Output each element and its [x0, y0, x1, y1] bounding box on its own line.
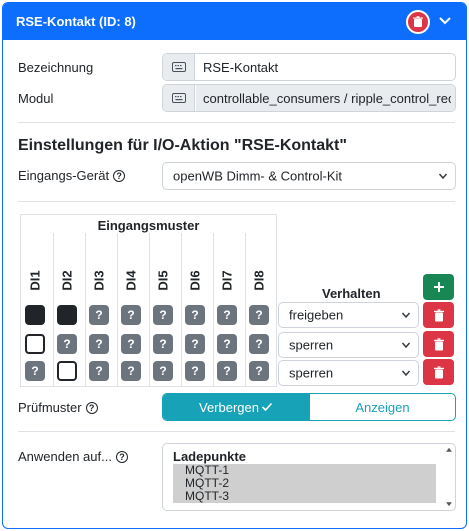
pattern-cell[interactable]: ?	[121, 361, 141, 381]
pruefmuster-label: Prüfmuster?	[18, 400, 98, 415]
list-item[interactable]: MQTT-3	[173, 490, 436, 503]
pattern-cell[interactable]	[25, 334, 45, 354]
divider	[18, 122, 455, 123]
delete-pattern-button[interactable]	[423, 302, 454, 328]
anwenden-label: Anwenden auf...?	[18, 449, 128, 464]
trash-icon	[433, 308, 444, 321]
pattern-cell[interactable]: ?	[57, 334, 77, 354]
pattern-cell[interactable]: ?	[153, 334, 173, 354]
pattern-cell[interactable]: ?	[89, 334, 109, 354]
pattern-cell[interactable]: ?	[185, 305, 205, 325]
column-header-di6: DI6	[187, 270, 203, 291]
optgroup-ladepunkte: Ladepunkte	[173, 449, 246, 464]
column-header-di3: DI3	[91, 270, 107, 291]
modul-input-group: controllable_consumers / ripple_control_…	[162, 84, 456, 112]
pattern-cell[interactable]: ?	[217, 305, 237, 325]
pattern-cell[interactable]: ?	[249, 334, 269, 354]
column-header-di2: DI2	[59, 270, 75, 291]
column-header-di1: DI1	[27, 270, 43, 291]
pattern-cell[interactable]: ?	[249, 361, 269, 381]
card-title: RSE-Kontakt (ID: 8)	[16, 14, 136, 29]
verhalten-header: Verhalten	[322, 286, 381, 301]
add-pattern-button[interactable]	[423, 274, 454, 300]
check-icon	[261, 402, 273, 412]
keyboard-icon	[163, 85, 195, 111]
anwenden-multiselect[interactable]: Ladepunkte MQTT-1 MQTT-2 MQTT-3	[162, 443, 456, 511]
delete-pattern-button[interactable]	[423, 359, 454, 385]
trash-icon	[433, 337, 444, 350]
help-icon[interactable]: ?	[85, 402, 98, 414]
pattern-cell[interactable]: ?	[153, 305, 173, 325]
pattern-cell[interactable]: ?	[153, 361, 173, 381]
chevron-down-icon	[401, 312, 411, 319]
pruefmuster-toggle: Verbergen Anzeigen	[162, 393, 456, 421]
bezeichnung-input-group[interactable]: RSE-Kontakt	[162, 53, 456, 81]
verhalten-select[interactable]: sperren	[278, 360, 419, 386]
io-action-card: RSE-Kontakt (ID: 8) Bezeichnung RSE-Kont…	[2, 2, 467, 529]
pattern-cell[interactable]: ?	[89, 305, 109, 325]
bezeichnung-label: Bezeichnung	[18, 60, 94, 75]
pattern-cell[interactable]: ?	[121, 305, 141, 325]
pattern-cell[interactable]: ?	[121, 334, 141, 354]
section-title: Einstellungen für I/O-Aktion "RSE-Kontak…	[18, 137, 347, 154]
divider	[18, 431, 455, 432]
modul-label: Modul	[18, 91, 54, 106]
help-icon[interactable]: ?	[115, 451, 128, 463]
bezeichnung-input[interactable]: RSE-Kontakt	[203, 60, 451, 75]
pattern-cell[interactable]: ?	[217, 334, 237, 354]
chevron-down-icon[interactable]	[436, 12, 454, 30]
verhalten-select[interactable]: freigeben	[278, 302, 419, 328]
pattern-cell[interactable]: ?	[185, 361, 205, 381]
pattern-cell[interactable]: ?	[89, 361, 109, 381]
pattern-cell[interactable]	[57, 305, 77, 325]
pattern-cell[interactable]: ?	[249, 305, 269, 325]
pattern-cell[interactable]	[25, 305, 45, 325]
card-header[interactable]: RSE-Kontakt (ID: 8)	[3, 3, 466, 40]
column-header-di7: DI7	[219, 270, 235, 291]
delete-pattern-button[interactable]	[423, 331, 454, 357]
pattern-cell[interactable]: ?	[185, 334, 205, 354]
verhalten-select[interactable]: sperren	[278, 332, 419, 358]
delete-action-button[interactable]	[406, 10, 430, 34]
scrollbar[interactable]	[443, 444, 455, 510]
help-icon[interactable]: ?	[113, 170, 126, 182]
trash-icon	[413, 16, 423, 27]
plus-icon	[433, 282, 444, 292]
column-header-di4: DI4	[123, 270, 139, 291]
chevron-down-icon	[401, 370, 411, 377]
keyboard-icon	[163, 54, 195, 80]
pattern-cell[interactable]: ?	[25, 361, 45, 381]
modul-input: controllable_consumers / ripple_control_…	[203, 91, 451, 106]
column-header-di5: DI5	[155, 270, 171, 291]
chevron-down-icon	[401, 342, 411, 349]
chevron-down-icon	[438, 173, 448, 180]
eingangsmuster-title: Eingangsmuster	[97, 218, 200, 233]
trash-icon	[433, 365, 444, 378]
eingangs-geraet-label: Eingangs-Gerät?	[18, 168, 126, 183]
pattern-cell[interactable]	[57, 361, 77, 381]
pattern-cell[interactable]: ?	[217, 361, 237, 381]
divider	[18, 201, 455, 202]
verbergen-button[interactable]: Verbergen	[163, 394, 309, 420]
anzeigen-button[interactable]: Anzeigen	[309, 394, 455, 420]
column-header-di8: DI8	[251, 270, 267, 291]
eingangs-geraet-select[interactable]: openWB Dimm- & Control-Kit	[162, 162, 456, 190]
